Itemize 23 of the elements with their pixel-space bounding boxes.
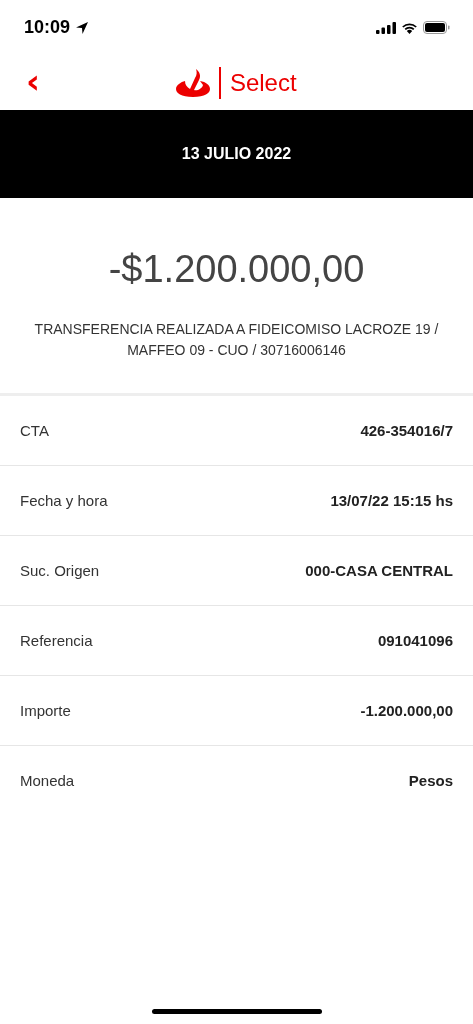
signal-icon (376, 21, 396, 34)
wifi-icon (401, 21, 418, 34)
amount: -$1.200.000,00 (108, 248, 365, 291)
location-arrow-icon (75, 20, 90, 35)
detail-label: Fecha y hora (20, 492, 108, 509)
transaction-description: TRANSFERENCIA REALIZADA A FIDEICOMISO LACROZE 19 / MAFFEO 09 - CUO / 30716006146 (33, 320, 440, 360)
detail-value: 000-CASA CENTRAL (305, 562, 453, 579)
back-button[interactable]: ‹ (22, 67, 44, 95)
detail-value: 13/07/22 15:15 hs (330, 492, 453, 509)
detail-label: Referencia (20, 632, 93, 649)
flame-logo-icon (176, 68, 211, 97)
detail-value: 091041096 (377, 632, 453, 649)
battery-icon (423, 21, 450, 34)
detail-value: 426-354016/7 (360, 422, 453, 439)
detail-label: Importe (20, 702, 71, 719)
brand-name: Select (229, 68, 297, 97)
detail-label: CTA (20, 422, 49, 439)
detail-label: Suc. Origen (20, 562, 100, 579)
status-time: 10:09 (24, 17, 71, 38)
detail-value: Pesos (408, 772, 453, 789)
date-banner: 13 JULIO 2022 (0, 110, 473, 198)
detail-value: -1.200.000,00 (360, 702, 453, 719)
detail-label: Moneda (20, 772, 75, 789)
